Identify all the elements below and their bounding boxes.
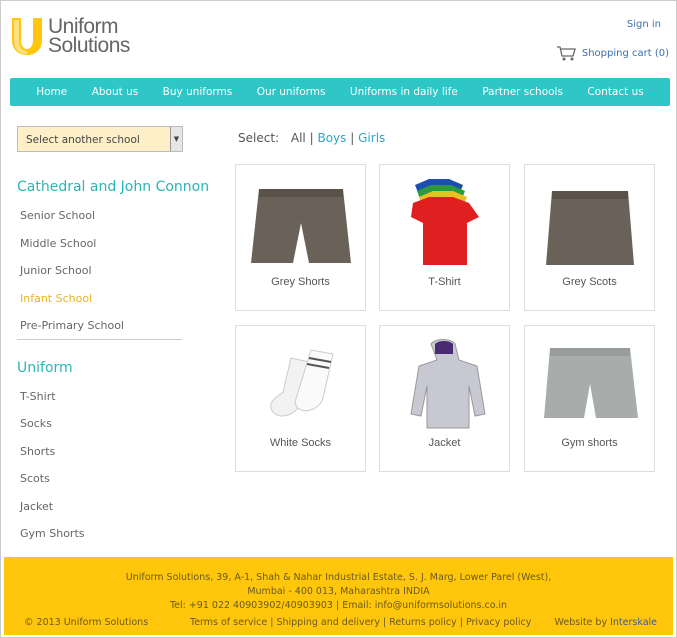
product-card-grey-scots[interactable]: Grey Scots: [524, 164, 655, 311]
filter-separator: |: [309, 131, 314, 145]
terms-link[interactable]: Terms of service: [190, 617, 267, 628]
nav-our-uniforms[interactable]: Our uniforms: [257, 86, 326, 98]
website-credit: Website by Interskale: [555, 617, 657, 628]
sidebar-item-tshirt[interactable]: T-Shirt: [20, 390, 56, 403]
shopping-cart-link[interactable]: Shopping cart (0): [556, 45, 669, 61]
white-socks-image: [270, 349, 334, 417]
sidebar-item-junior[interactable]: Junior School: [20, 264, 92, 277]
filter-boys[interactable]: Boys: [317, 131, 346, 145]
sidebar-item-jacket[interactable]: Jacket: [20, 500, 53, 513]
footer-address-line2: Mumbai - 400 013, Maharashtra INDIA: [247, 586, 430, 597]
credit-label: Website by: [554, 617, 608, 628]
logo-u-icon: [12, 18, 42, 55]
sidebar-item-pre-primary[interactable]: Pre-Primary School: [20, 319, 124, 332]
sidebar-item-shorts[interactable]: Shorts: [20, 445, 55, 458]
sidebar-item-scots[interactable]: Scots: [20, 472, 50, 485]
logo-text-line2: Solutions: [48, 34, 130, 57]
gym-shorts-image: [544, 348, 638, 418]
filter-girls[interactable]: Girls: [358, 131, 385, 145]
sidebar-item-senior[interactable]: Senior School: [20, 209, 95, 222]
footer-address-line1: Uniform Solutions, 39, A-1, Shah & Nahar…: [125, 572, 552, 583]
product-name: Jacket: [428, 437, 461, 449]
sidebar-item-infant[interactable]: Infant School: [20, 292, 92, 305]
product-name: Gym shorts: [561, 437, 618, 449]
privacy-link[interactable]: Privacy policy: [466, 617, 531, 628]
uniform-title: Uniform: [17, 360, 73, 376]
nav-partner-schools[interactable]: Partner schools: [482, 86, 563, 98]
filter-separator: |: [350, 131, 355, 145]
chevron-down-icon[interactable]: ▼: [170, 127, 182, 151]
nav-about-us[interactable]: About us: [92, 86, 139, 98]
product-card-gym-shorts[interactable]: Gym shorts: [524, 325, 655, 472]
shipping-link[interactable]: Shipping and delivery: [276, 617, 380, 628]
filter-label: Select:: [238, 131, 280, 145]
nav-uniforms-daily-life[interactable]: Uniforms in daily life: [350, 86, 458, 98]
product-card-t-shirt[interactable]: T-Shirt: [379, 164, 510, 311]
interskale-link[interactable]: Interskale: [610, 617, 657, 628]
school-select[interactable]: Select another school ▼: [17, 126, 183, 152]
gender-filter: Select: All | Boys | Girls: [238, 131, 385, 145]
footer-contact: Tel: +91 022 40903902/40903903 | Email: …: [169, 600, 508, 611]
nav-contact-us[interactable]: Contact us: [587, 86, 643, 98]
product-card-grey-shorts[interactable]: Grey Shorts: [235, 164, 366, 311]
product-card-white-socks[interactable]: White Socks: [235, 325, 366, 472]
product-name: T-Shirt: [428, 276, 461, 288]
returns-link[interactable]: Returns policy: [389, 617, 456, 628]
t-shirt-image: [411, 179, 479, 265]
jacket-image: [410, 339, 486, 429]
nav-buy-uniforms[interactable]: Buy uniforms: [163, 86, 233, 98]
main-nav: Home About us Buy uniforms Our uniforms …: [10, 78, 670, 106]
product-card-jacket[interactable]: Jacket: [379, 325, 510, 472]
school-select-value: Select another school: [26, 134, 140, 146]
cart-label: Shopping cart (0): [581, 47, 669, 59]
footer: Uniform Solutions, 39, A-1, Shah & Nahar…: [4, 557, 673, 635]
footer-links: Terms of service | Shipping and delivery…: [190, 617, 532, 628]
school-title: Cathedral and John Connon: [17, 179, 210, 195]
shopping-cart-icon: [556, 46, 576, 61]
sidebar-item-socks[interactable]: Socks: [20, 417, 52, 430]
logo[interactable]: Uniform Solutions: [10, 16, 130, 56]
nav-home[interactable]: Home: [36, 86, 67, 98]
filter-all[interactable]: All: [291, 131, 306, 145]
product-name: Grey Scots: [562, 276, 617, 288]
footer-copyright: © 2013 Uniform Solutions: [24, 617, 149, 628]
product-name: White Socks: [269, 437, 332, 449]
sign-in-link[interactable]: Sign in: [627, 19, 661, 30]
sidebar-divider: [17, 339, 182, 340]
grey-scots-image: [546, 191, 634, 265]
product-name: Grey Shorts: [271, 276, 330, 288]
sidebar-item-gym-shorts[interactable]: Gym Shorts: [20, 527, 85, 540]
sidebar-item-middle[interactable]: Middle School: [20, 237, 96, 250]
grey-shorts-image: [251, 189, 351, 263]
